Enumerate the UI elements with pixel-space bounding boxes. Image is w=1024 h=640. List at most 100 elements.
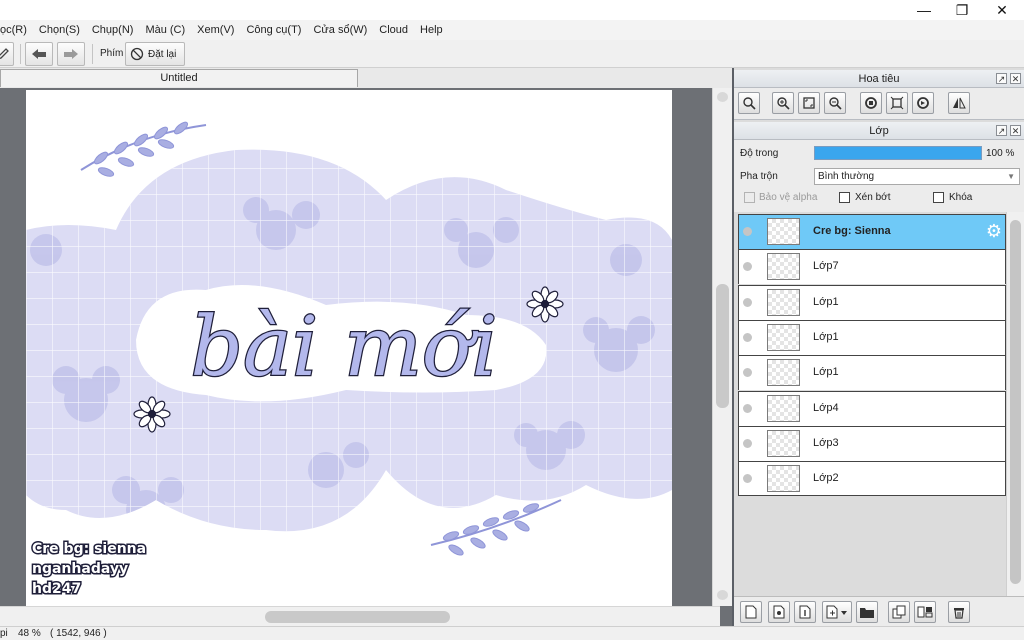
maximize-button[interactable]: ❐ bbox=[942, 0, 982, 20]
layer-row[interactable]: Lớp1 bbox=[738, 319, 1006, 355]
edit-tool-button[interactable] bbox=[0, 42, 14, 66]
undo-arrow-icon bbox=[32, 49, 46, 59]
layer-settings-gear-icon[interactable]: ⚙ bbox=[986, 220, 1002, 242]
visibility-eye-icon[interactable] bbox=[743, 438, 752, 448]
reset-rotation-button[interactable] bbox=[886, 92, 908, 114]
zoom-fit-button[interactable] bbox=[738, 92, 760, 114]
menu-item-layer[interactable]: ọc(R) bbox=[0, 24, 33, 36]
popout-icon[interactable]: ↗ bbox=[996, 125, 1007, 136]
layer-row[interactable]: Lớp3 bbox=[738, 425, 1006, 461]
blend-mode-select[interactable]: Bình thường ▼ bbox=[814, 168, 1020, 185]
layer-list-scrollbar[interactable] bbox=[1006, 212, 1024, 596]
close-button[interactable]: ✕ bbox=[982, 0, 1022, 20]
layer-row[interactable]: Lớp1 bbox=[738, 284, 1006, 320]
duplicate-layer-button[interactable] bbox=[888, 601, 910, 623]
document-tab-bar: Untitled bbox=[0, 68, 732, 88]
canvas-workspace[interactable]: bài mới Cre bg: sienna nganhadayy hd247 bbox=[0, 88, 712, 606]
layer-name: Lớp7 bbox=[813, 260, 839, 273]
layer-panel-title: Lớp bbox=[869, 125, 889, 137]
protect-alpha-checkbox[interactable] bbox=[744, 192, 755, 203]
lock-label: Khóa bbox=[949, 192, 973, 203]
artwork-headline: bài mới bbox=[190, 300, 497, 395]
menu-item-help[interactable]: Help bbox=[414, 24, 449, 36]
flip-horizontal-button[interactable] bbox=[948, 92, 970, 114]
layer-row[interactable]: Lớp2 bbox=[738, 461, 1006, 497]
new-folder-button[interactable] bbox=[856, 601, 878, 623]
visibility-eye-icon[interactable] bbox=[743, 227, 752, 236]
undo-button[interactable] bbox=[25, 42, 53, 66]
layer-row[interactable]: Cre bg: Sienna ⚙ bbox=[738, 214, 1006, 249]
menu-item-view[interactable]: Xem(V) bbox=[191, 24, 240, 36]
credit-line: hd247 bbox=[32, 581, 81, 597]
no-entry-icon bbox=[130, 47, 144, 61]
zoom-out-button[interactable] bbox=[824, 92, 846, 114]
visibility-eye-icon[interactable] bbox=[743, 262, 752, 272]
layer-row[interactable]: Lớp4 bbox=[738, 390, 1006, 426]
visibility-eye-icon[interactable] bbox=[743, 403, 752, 413]
one-bit-layer-icon bbox=[799, 605, 811, 619]
menu-item-tools[interactable]: Công cụ(T) bbox=[240, 24, 307, 36]
visibility-eye-icon[interactable] bbox=[743, 332, 752, 342]
layer-row[interactable]: Lớp7 bbox=[738, 249, 1006, 285]
delete-layer-button[interactable] bbox=[948, 601, 970, 623]
popout-icon[interactable]: ↗ bbox=[996, 73, 1007, 84]
document-tab[interactable]: Untitled bbox=[0, 69, 358, 87]
layer-list: Cre bg: Sienna ⚙ Lớp7 Lớp1 Lớp1 Lớp1 Lớp4 Lớp3 L… bbox=[736, 212, 1006, 596]
visibility-eye-icon[interactable] bbox=[743, 297, 752, 307]
layer-panel-header: Lớp ↗ ✕ bbox=[734, 122, 1024, 140]
rotate-left-button[interactable] bbox=[860, 92, 882, 114]
clipping-label: Xén bớt bbox=[855, 192, 891, 203]
panel-close-icon[interactable]: ✕ bbox=[1010, 73, 1021, 84]
title-bar: — ❐ ✕ bbox=[0, 0, 1024, 20]
new-halftone-layer-button[interactable] bbox=[768, 601, 790, 623]
menu-item-capture[interactable]: Chụp(N) bbox=[86, 24, 140, 36]
minimize-button[interactable]: — bbox=[904, 0, 944, 20]
layer-properties: Độ trong 100 % Pha trộn Bình thường ▼ Bả… bbox=[734, 140, 1024, 212]
layer-name: Lớp3 bbox=[813, 436, 839, 449]
visibility-eye-icon[interactable] bbox=[743, 474, 752, 484]
canvas-vertical-scrollbar[interactable] bbox=[712, 88, 732, 606]
new-1bit-layer-button[interactable] bbox=[794, 601, 816, 623]
menu-item-select[interactable]: Chọn(S) bbox=[33, 24, 86, 36]
layer-scroll-thumb[interactable] bbox=[1010, 220, 1021, 584]
reset-button[interactable]: Đặt lại bbox=[125, 42, 185, 66]
layer-thumbnail bbox=[767, 359, 800, 387]
lock-checkbox[interactable] bbox=[933, 192, 944, 203]
canvas-horizontal-scrollbar[interactable] bbox=[0, 606, 720, 626]
zoom-in-button[interactable] bbox=[772, 92, 794, 114]
credit-line: nganhadayy bbox=[32, 561, 128, 577]
canvas-paper[interactable]: bài mới Cre bg: sienna nganhadayy hd247 bbox=[26, 90, 672, 606]
panel-close-icon[interactable]: ✕ bbox=[1010, 125, 1021, 136]
merge-down-button[interactable] bbox=[914, 601, 936, 623]
menu-item-cloud[interactable]: Cloud bbox=[373, 24, 414, 36]
layer-thumbnail bbox=[767, 218, 800, 245]
opacity-slider[interactable] bbox=[814, 146, 982, 160]
menu-item-window[interactable]: Cửa sổ(W) bbox=[307, 24, 373, 36]
menu-item-color[interactable]: Màu (C) bbox=[139, 24, 191, 36]
horizontal-scroll-thumb[interactable] bbox=[265, 611, 450, 623]
layer-row[interactable]: Lớp1 bbox=[738, 355, 1006, 391]
vertical-scroll-thumb[interactable] bbox=[716, 284, 729, 408]
merge-down-icon bbox=[917, 606, 933, 618]
scroll-up-arrow[interactable] bbox=[717, 92, 728, 102]
pen-edit-icon bbox=[0, 48, 9, 60]
zoom-in-icon bbox=[777, 97, 790, 110]
protect-alpha-label: Bảo vệ alpha bbox=[759, 192, 818, 203]
layer-name: Cre bg: Sienna bbox=[813, 225, 891, 237]
blend-label: Pha trộn bbox=[740, 171, 778, 182]
menu-bar: ọc(R) Chọn(S) Chụp(N) Màu (C) Xem(V) Côn… bbox=[0, 20, 1024, 40]
fit-window-button[interactable] bbox=[798, 92, 820, 114]
scroll-down-arrow[interactable] bbox=[717, 590, 728, 600]
duplicate-icon bbox=[892, 605, 906, 619]
visibility-eye-icon[interactable] bbox=[743, 368, 752, 378]
add-layer-menu-button[interactable] bbox=[822, 601, 852, 623]
navigator-panel-header: Hoa tiêu ↗ ✕ bbox=[734, 70, 1024, 88]
new-layer-button[interactable] bbox=[740, 601, 762, 623]
rotate-left-icon bbox=[865, 97, 877, 109]
layer-name: Lớp1 bbox=[813, 295, 839, 308]
status-coordinates: ( 1542, 946 ) bbox=[50, 628, 107, 639]
rotate-right-button[interactable] bbox=[912, 92, 934, 114]
redo-button[interactable] bbox=[57, 42, 85, 66]
blend-mode-value: Bình thường bbox=[818, 171, 875, 182]
clipping-checkbox[interactable] bbox=[839, 192, 850, 203]
